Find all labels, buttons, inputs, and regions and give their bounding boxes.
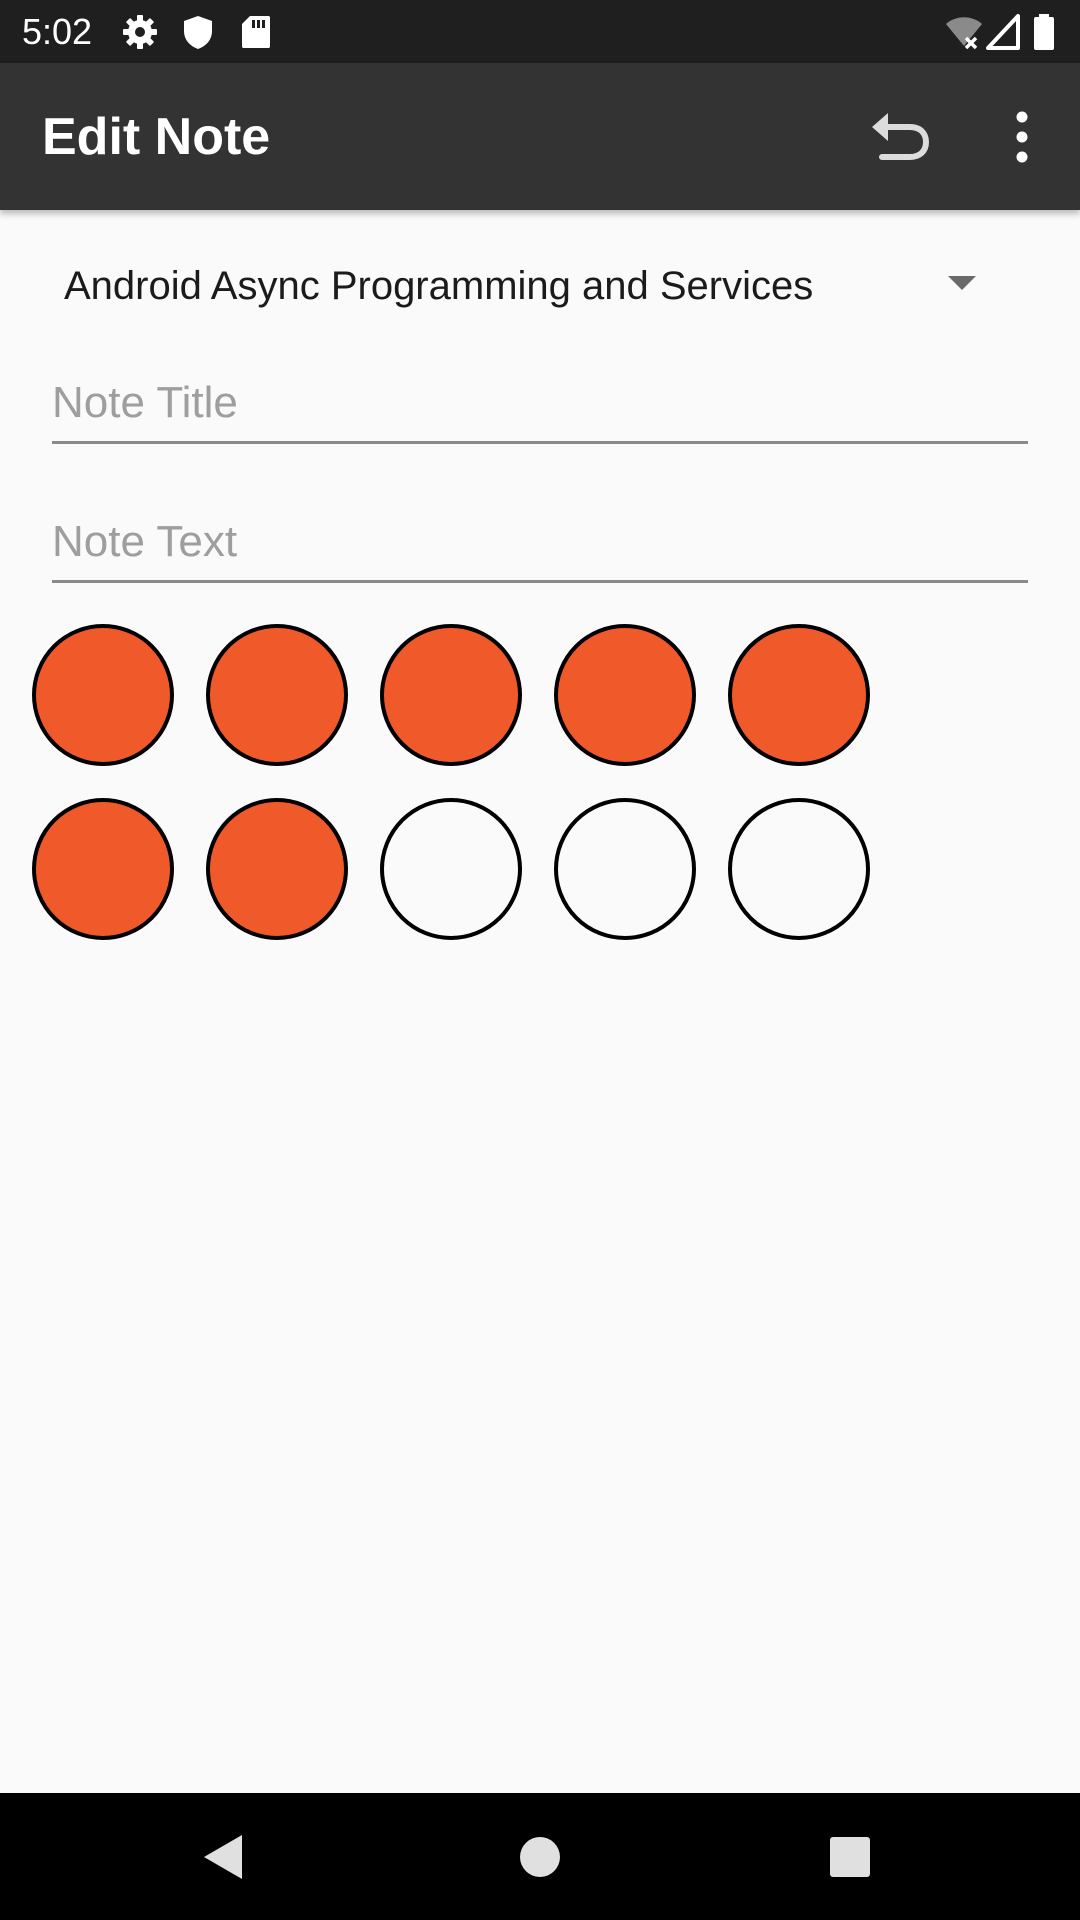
back-icon xyxy=(204,1835,242,1879)
progress-dot-empty[interactable] xyxy=(380,798,522,940)
progress-dot-filled[interactable] xyxy=(728,624,870,766)
settings-icon xyxy=(120,12,160,52)
app-bar: Edit Note xyxy=(0,63,1080,210)
status-bar: 5:02 xyxy=(0,0,1080,63)
progress-dot-filled[interactable] xyxy=(554,624,696,766)
more-vert-icon xyxy=(1016,111,1028,163)
recents-icon xyxy=(830,1837,870,1877)
wifi-off-icon xyxy=(944,12,984,52)
home-button[interactable] xyxy=(500,1817,580,1897)
progress-dot-filled[interactable] xyxy=(32,624,174,766)
progress-dot-filled[interactable] xyxy=(206,798,348,940)
note-title-field[interactable] xyxy=(52,364,1028,444)
back-button[interactable] xyxy=(186,1817,266,1897)
progress-dot-filled[interactable] xyxy=(32,798,174,940)
progress-dot-filled[interactable] xyxy=(380,624,522,766)
signal-icon xyxy=(984,12,1024,52)
status-time: 5:02 xyxy=(22,11,93,52)
dropdown-arrow-icon xyxy=(948,276,976,290)
page-title: Edit Note xyxy=(42,108,271,166)
shield-icon xyxy=(178,12,218,52)
more-options-button[interactable] xyxy=(980,99,1064,175)
sd-card-icon xyxy=(236,12,276,52)
progress-dot-empty[interactable] xyxy=(554,798,696,940)
navigation-bar xyxy=(0,1793,1080,1920)
undo-button[interactable] xyxy=(858,99,942,175)
battery-icon xyxy=(1030,12,1060,52)
progress-dot-filled[interactable] xyxy=(206,624,348,766)
course-spinner-value: Android Async Programming and Services xyxy=(64,264,814,308)
progress-dot-empty[interactable] xyxy=(728,798,870,940)
note-text-field[interactable] xyxy=(52,503,1028,583)
recents-button[interactable] xyxy=(810,1817,890,1897)
course-spinner[interactable]: Android Async Programming and Services xyxy=(42,248,1002,324)
home-icon xyxy=(520,1837,560,1877)
undo-icon xyxy=(872,113,930,160)
